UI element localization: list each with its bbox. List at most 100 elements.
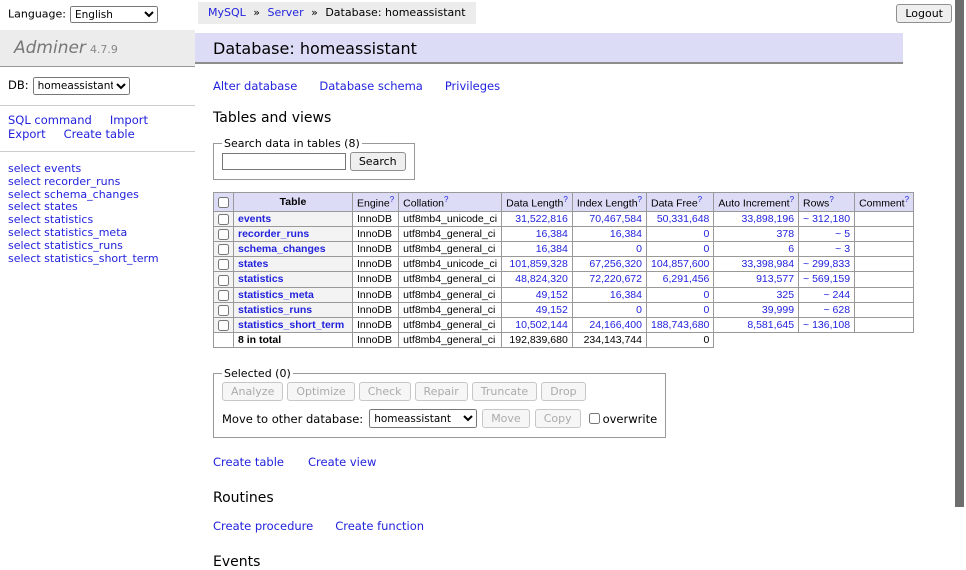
sidebar-select-recorder_runs[interactable]: select recorder_runs — [8, 175, 120, 188]
sidebar-action-sql-command[interactable]: SQL command — [8, 113, 92, 127]
index-length-link[interactable]: 0 — [636, 243, 642, 255]
data-free-link[interactable]: 50,331,648 — [657, 213, 710, 225]
index-length-link[interactable]: 16,384 — [610, 228, 642, 240]
column-help-link[interactable]: ? — [390, 195, 394, 204]
table-name-link[interactable]: schema_changes — [238, 243, 326, 255]
create-function-link[interactable]: Create function — [335, 519, 424, 533]
index-length-link[interactable]: 67,256,320 — [589, 258, 642, 270]
rows-link[interactable]: ~ 299,833 — [803, 258, 850, 270]
auto-increment-link[interactable]: 6 — [788, 243, 794, 255]
column-help-link[interactable]: ? — [698, 195, 702, 204]
rows-link[interactable]: ~ 244 — [823, 289, 850, 301]
data-free-link[interactable]: 188,743,680 — [651, 319, 709, 331]
index-length-link[interactable]: 70,467,584 — [589, 213, 642, 225]
rows-link[interactable]: ~ 628 — [823, 304, 850, 316]
data-free-link[interactable]: 0 — [704, 243, 710, 255]
rows-link[interactable]: ~ 3 — [835, 243, 850, 255]
data-free-link[interactable]: 104,857,600 — [651, 258, 709, 270]
sidebar-select-states[interactable]: select states — [8, 200, 78, 213]
data-length-link[interactable]: 49,152 — [536, 304, 568, 316]
logout-button[interactable]: Logout — [896, 4, 952, 23]
data-length-link[interactable]: 16,384 — [536, 243, 568, 255]
column-help-link[interactable]: ? — [563, 195, 567, 204]
analyze-button[interactable]: Analyze — [222, 382, 283, 401]
row-checkbox[interactable] — [218, 214, 229, 225]
sidebar-select-schema_changes[interactable]: select schema_changes — [8, 188, 139, 201]
data-length-link[interactable]: 49,152 — [536, 289, 568, 301]
index-length-link[interactable]: 24,166,400 — [589, 319, 642, 331]
overwrite-checkbox[interactable] — [589, 413, 600, 424]
table-name-link[interactable]: statistics_meta — [238, 289, 314, 301]
select-all-checkbox[interactable] — [218, 197, 229, 208]
rows-link[interactable]: ~ 5 — [835, 228, 850, 240]
drop-button[interactable]: Drop — [541, 382, 585, 401]
language-select[interactable]: English — [70, 6, 158, 23]
auto-increment-link[interactable]: 8,581,645 — [747, 319, 794, 331]
auto-increment-link[interactable]: 325 — [777, 289, 795, 301]
sidebar-select-statistics[interactable]: select statistics — [8, 213, 93, 226]
row-checkbox[interactable] — [218, 229, 229, 240]
check-button[interactable]: Check — [359, 382, 411, 401]
data-free-link[interactable]: 6,291,456 — [663, 273, 710, 285]
table-name-link[interactable]: events — [238, 213, 271, 225]
optimize-button[interactable]: Optimize — [287, 382, 354, 401]
move-button[interactable]: Move — [482, 409, 530, 428]
create-table-link[interactable]: Create table — [213, 455, 284, 469]
table-name-link[interactable]: statistics_short_term — [238, 319, 344, 331]
sidebar-action-export[interactable]: Export — [8, 127, 46, 141]
row-checkbox[interactable] — [218, 305, 229, 316]
nav-link-privileges[interactable]: Privileges — [445, 79, 500, 93]
table-name-link[interactable]: statistics — [238, 273, 284, 285]
move-db-select[interactable]: homeassistant — [369, 409, 477, 428]
sidebar-select-statistics_short_term[interactable]: select statistics_short_term — [8, 252, 159, 265]
copy-button[interactable]: Copy — [535, 409, 581, 428]
row-checkbox[interactable] — [218, 244, 229, 255]
table-name-link[interactable]: recorder_runs — [238, 228, 309, 240]
row-checkbox[interactable] — [218, 320, 229, 331]
db-select[interactable]: homeassistant — [33, 77, 130, 95]
data-length-link[interactable]: 16,384 — [536, 228, 568, 240]
sidebar-action-import[interactable]: Import — [110, 113, 148, 127]
data-free-link[interactable]: 0 — [704, 304, 710, 316]
sidebar-select-statistics_runs[interactable]: select statistics_runs — [8, 239, 123, 252]
row-checkbox[interactable] — [218, 259, 229, 270]
data-length-link[interactable]: 31,522,816 — [515, 213, 568, 225]
index-length-link[interactable]: 0 — [636, 304, 642, 316]
search-input[interactable] — [222, 153, 346, 170]
row-checkbox[interactable] — [218, 290, 229, 301]
data-length-link[interactable]: 101,859,328 — [509, 258, 567, 270]
data-free-link[interactable]: 0 — [704, 228, 710, 240]
column-help-link[interactable]: ? — [905, 195, 909, 204]
breadcrumb-item[interactable]: Server — [268, 6, 304, 19]
adminer-logo-text[interactable]: Adminer — [14, 38, 86, 58]
create-procedure-link[interactable]: Create procedure — [213, 519, 313, 533]
column-help-link[interactable]: ? — [444, 195, 448, 204]
row-checkbox[interactable] — [218, 275, 229, 286]
data-free-link[interactable]: 0 — [704, 289, 710, 301]
column-help-link[interactable]: ? — [829, 195, 833, 204]
table-name-link[interactable]: states — [238, 258, 268, 270]
auto-increment-link[interactable]: 378 — [777, 228, 795, 240]
rows-link[interactable]: ~ 136,108 — [803, 319, 850, 331]
auto-increment-link[interactable]: 39,999 — [762, 304, 794, 316]
auto-increment-link[interactable]: 913,577 — [756, 273, 794, 285]
auto-increment-link[interactable]: 33,898,196 — [741, 213, 794, 225]
column-help-link[interactable]: ? — [638, 195, 642, 204]
table-name-link[interactable]: statistics_runs — [238, 304, 312, 316]
search-button[interactable]: Search — [350, 152, 406, 171]
breadcrumb-item[interactable]: MySQL — [208, 6, 246, 19]
data-length-link[interactable]: 48,824,320 — [515, 273, 568, 285]
index-length-link[interactable]: 72,220,672 — [589, 273, 642, 285]
sidebar-action-create-table[interactable]: Create table — [64, 127, 135, 141]
sidebar-select-events[interactable]: select events — [8, 162, 81, 175]
auto-increment-link[interactable]: 33,398,984 — [741, 258, 794, 270]
sidebar-select-statistics_meta[interactable]: select statistics_meta — [8, 226, 127, 239]
column-help-link[interactable]: ? — [790, 195, 794, 204]
truncate-button[interactable]: Truncate — [472, 382, 537, 401]
create-view-link[interactable]: Create view — [308, 455, 376, 469]
rows-link[interactable]: ~ 569,159 — [803, 273, 850, 285]
index-length-link[interactable]: 16,384 — [610, 289, 642, 301]
vertical-scrollbar[interactable] — [955, 0, 964, 507]
data-length-link[interactable]: 10,502,144 — [515, 319, 568, 331]
rows-link[interactable]: ~ 312,180 — [803, 213, 850, 225]
